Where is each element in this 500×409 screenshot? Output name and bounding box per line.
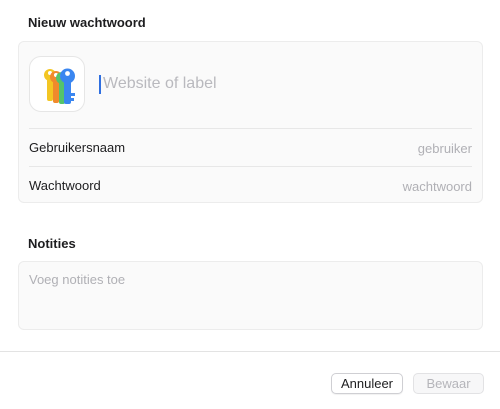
footer-divider [0,351,500,352]
cancel-button[interactable]: Annuleer [331,373,403,394]
section-title-new-password: Nieuw wachtwoord [28,15,146,30]
keys-graphic [44,68,75,104]
notes-card [18,261,483,330]
credentials-card: Gebruikersnaam Wachtwoord [18,41,483,203]
divider [29,166,472,167]
passwords-keys-icon [29,56,85,112]
website-label-input[interactable] [101,73,463,95]
username-input[interactable] [272,138,472,158]
username-label: Gebruikersnaam [29,140,126,155]
section-title-notes: Notities [28,236,76,251]
notes-input[interactable] [29,272,469,320]
save-button[interactable]: Bewaar [413,373,484,394]
divider [29,128,472,129]
password-label: Wachtwoord [29,178,101,193]
password-input[interactable] [272,176,472,196]
